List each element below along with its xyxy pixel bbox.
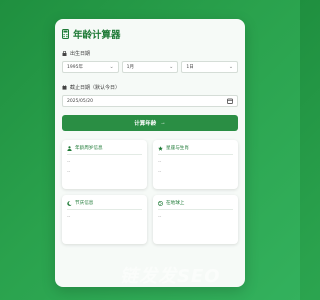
calendar-icon[interactable] xyxy=(227,98,233,104)
calculate-button[interactable]: 计算年龄 → xyxy=(62,115,238,131)
globe-icon xyxy=(158,200,163,206)
age-calculator-card: 年龄计算器 出生日期 1995年 ⌄ 1月 ⌄ 1日 ⌄ 截止日期（默认今日） … xyxy=(55,19,245,287)
calculator-icon xyxy=(62,29,69,39)
result-zodiac-box: 星座与生肖 -- -- xyxy=(153,140,238,189)
birth-date-label: 出生日期 xyxy=(62,50,238,57)
star-icon xyxy=(158,145,163,151)
lock-icon xyxy=(62,51,67,56)
calendar-small-icon xyxy=(62,85,67,90)
end-date-label: 截止日期（默认今日） xyxy=(62,84,238,91)
user-icon xyxy=(67,145,72,151)
birth-date-selects: 1995年 ⌄ 1月 ⌄ 1日 ⌄ xyxy=(62,61,239,73)
results-grid: 年龄周岁信息 -- -- 星座与生肖 -- -- 节庆信息 -- 在地球上 -- xyxy=(62,140,238,244)
chevron-down-icon: ⌄ xyxy=(109,64,114,70)
chevron-down-icon: ⌄ xyxy=(228,64,234,70)
birth-year-select[interactable]: 1995年 ⌄ xyxy=(62,61,119,73)
page-title: 年龄计算器 xyxy=(73,30,121,41)
end-date-input[interactable]: 2025/05/20 xyxy=(62,95,238,107)
moon-icon xyxy=(67,200,72,206)
result-earth-box: 在地球上 -- xyxy=(153,195,238,244)
birth-day-select[interactable]: 1日 ⌄ xyxy=(181,61,239,73)
result-festival-box: 节庆信息 -- xyxy=(62,195,147,244)
birth-month-select[interactable]: 1月 ⌄ xyxy=(121,61,179,73)
chevron-down-icon: ⌄ xyxy=(169,64,174,70)
header: 年龄计算器 xyxy=(62,27,238,41)
watermark: 链发发SEO xyxy=(120,266,221,287)
result-age-box: 年龄周岁信息 -- -- xyxy=(62,140,147,189)
arrow-right-icon: → xyxy=(160,120,166,126)
